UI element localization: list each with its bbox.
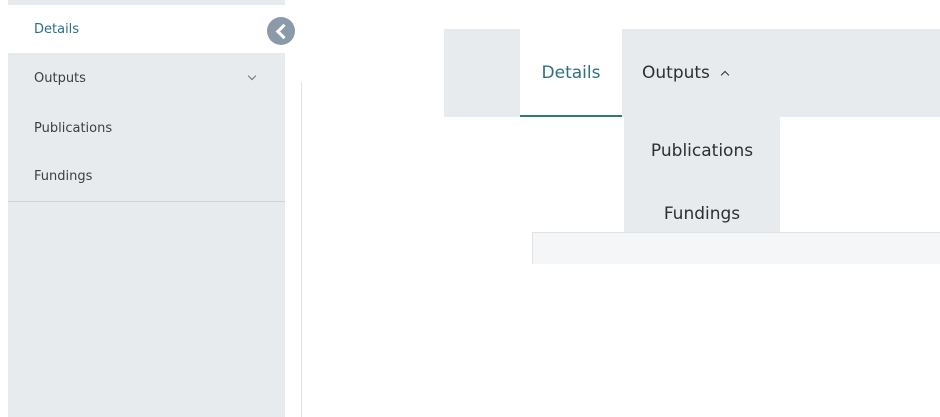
tab-label: Outputs xyxy=(642,63,710,83)
tab-label: Details xyxy=(541,63,601,83)
side-nav-item-fundings[interactable]: Fundings xyxy=(8,152,285,200)
tab-details[interactable]: Details xyxy=(520,29,622,117)
menu-item-label: Publications xyxy=(650,141,754,161)
chevron-up-icon xyxy=(720,70,730,80)
screen: Details Outputs Publications Fundings De… xyxy=(0,0,940,417)
tab-outputs[interactable]: Outputs xyxy=(624,29,780,117)
outputs-dropdown-menu: Publications Fundings xyxy=(624,117,780,245)
side-nav-divider xyxy=(8,201,285,202)
side-nav-item-label: Details xyxy=(34,21,80,37)
panel-border xyxy=(301,82,302,417)
active-tab-indicator xyxy=(520,115,622,117)
collapse-sidebar-button[interactable] xyxy=(267,17,295,45)
side-nav-item-publications[interactable]: Publications xyxy=(8,104,285,152)
chevron-left-icon xyxy=(275,23,291,39)
chevron-down-icon xyxy=(247,71,257,81)
side-nav-item-details[interactable]: Details xyxy=(8,5,285,53)
side-nav-item-label: Outputs xyxy=(34,70,86,86)
side-nav-item-label: Fundings xyxy=(34,168,93,184)
content-panel xyxy=(532,232,940,264)
side-nav: Details Outputs Publications Fundings xyxy=(8,0,285,417)
side-nav-item-label: Publications xyxy=(34,120,113,136)
side-nav-item-outputs[interactable]: Outputs xyxy=(8,54,285,102)
menu-item-label: Fundings xyxy=(663,204,741,224)
menu-item-publications[interactable]: Publications xyxy=(624,127,780,175)
menu-item-fundings[interactable]: Fundings xyxy=(624,190,780,238)
